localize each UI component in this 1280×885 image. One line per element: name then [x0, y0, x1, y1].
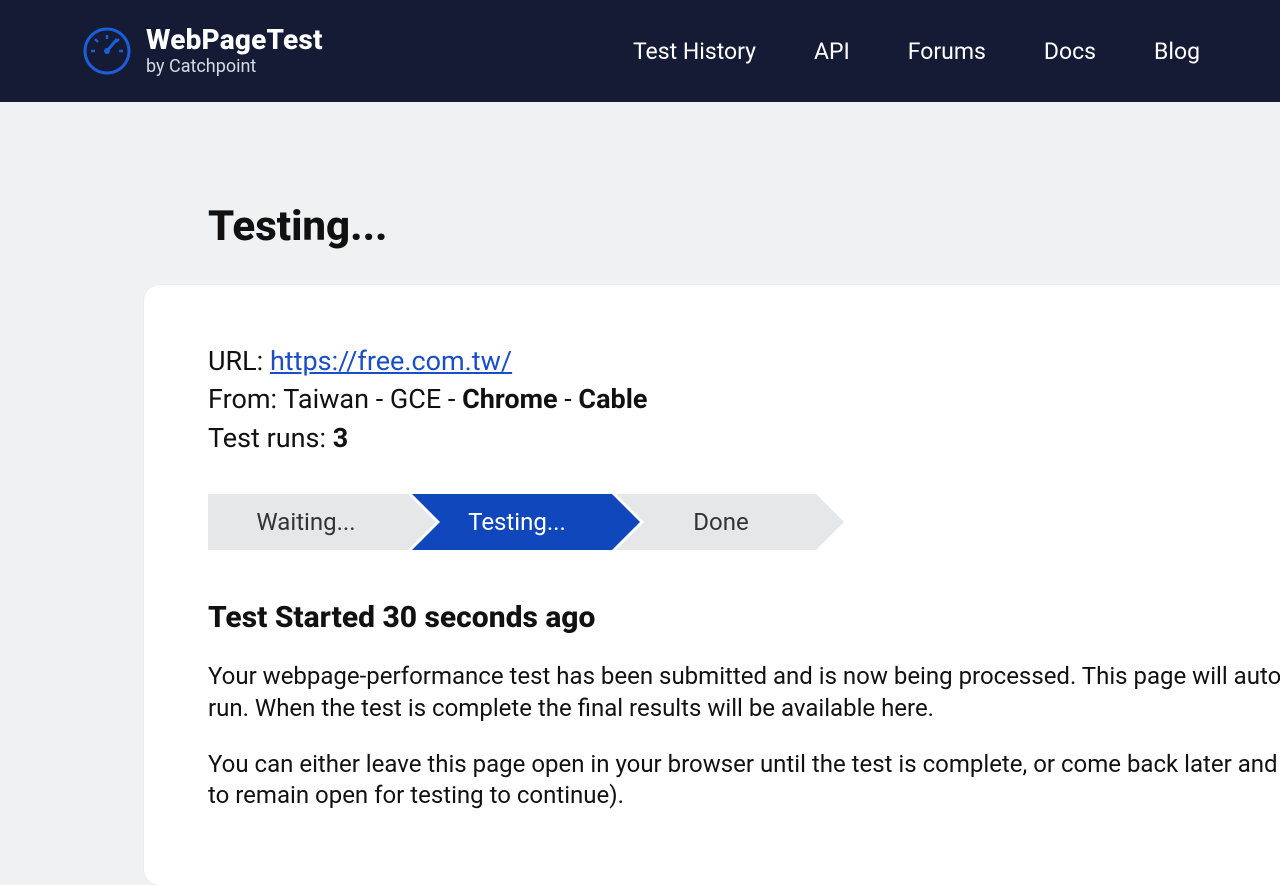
progress-steps: Waiting... Testing... Done	[208, 494, 1280, 550]
meta-from: From: Taiwan - GCE - Chrome - Cable	[208, 381, 1280, 417]
from-location: Taiwan - GCE -	[283, 383, 462, 415]
status-paragraph-1: Your webpage-performance test has been s…	[208, 661, 1280, 724]
nav-test-history[interactable]: Test History	[633, 38, 756, 65]
brand-title: WebPageTest	[146, 25, 323, 54]
from-sep: -	[558, 383, 579, 415]
test-url-link[interactable]: https://free.com.tw/	[270, 345, 512, 377]
from-prefix: From:	[208, 383, 283, 415]
runs-value: 3	[333, 422, 349, 454]
meta-runs: Test runs: 3	[208, 420, 1280, 456]
status-heading: Test Started 30 seconds ago	[208, 600, 1280, 635]
step-testing: Testing...	[412, 494, 612, 550]
from-connection: Cable	[578, 383, 647, 415]
nav-blog[interactable]: Blog	[1154, 38, 1200, 65]
page-title: Testing...	[0, 102, 1280, 285]
step-waiting: Waiting...	[208, 494, 408, 550]
main-content: Testing... URL: https://free.com.tw/ Fro…	[0, 102, 1280, 885]
site-header: WebPageTest by Catchpoint Test History A…	[0, 0, 1280, 102]
nav-forums[interactable]: Forums	[908, 38, 986, 65]
test-card: URL: https://free.com.tw/ From: Taiwan -…	[144, 285, 1280, 885]
status-paragraph-2: You can either leave this page open in y…	[208, 749, 1280, 812]
from-browser: Chrome	[462, 383, 557, 415]
runs-label: Test runs:	[208, 422, 333, 454]
nav-docs[interactable]: Docs	[1044, 38, 1096, 65]
main-nav: Test History API Forums Docs Blog	[633, 38, 1200, 65]
brand-subtitle: by Catchpoint	[146, 56, 323, 77]
meta-url: URL: https://free.com.tw/	[208, 343, 1280, 379]
step-done: Done	[616, 494, 816, 550]
brand-text: WebPageTest by Catchpoint	[146, 25, 323, 77]
nav-api[interactable]: API	[814, 38, 850, 65]
logo-icon	[82, 26, 132, 76]
url-label: URL:	[208, 345, 270, 377]
brand[interactable]: WebPageTest by Catchpoint	[82, 25, 323, 77]
